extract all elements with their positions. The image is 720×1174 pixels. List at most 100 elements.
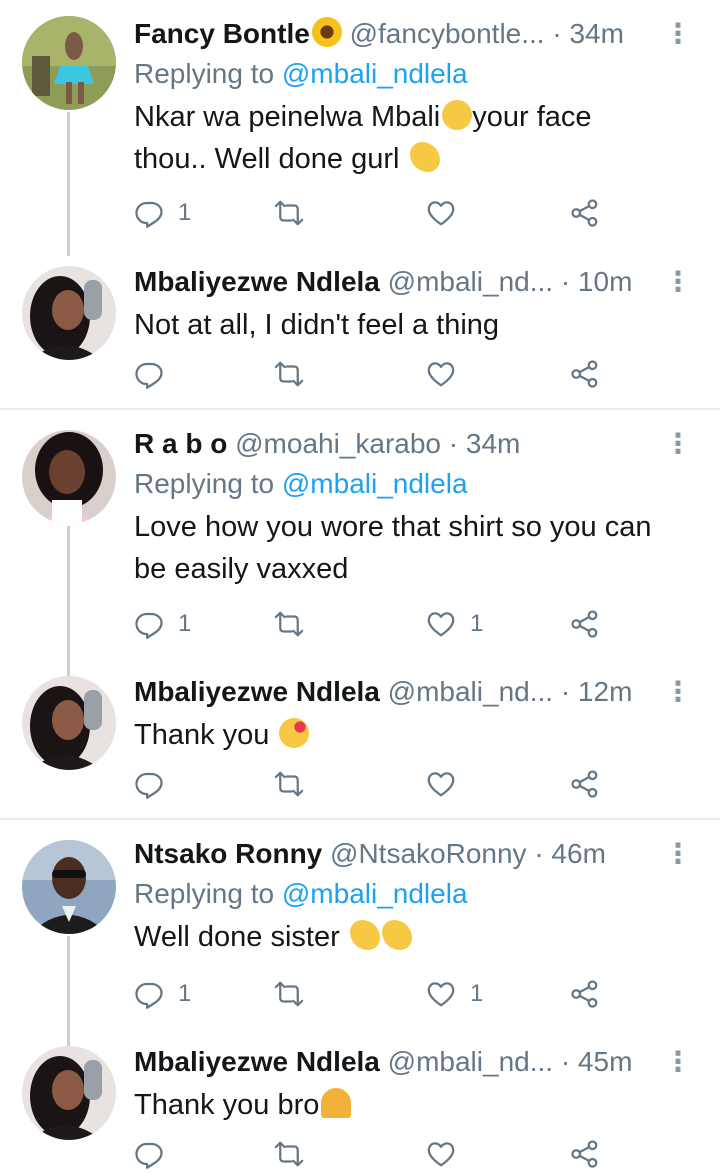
avatar[interactable]	[22, 266, 116, 360]
timestamp: · 10m	[560, 266, 633, 297]
tweet-header: Mbaliyezwe Ndlela @mbali_nd... · 12m ⋮	[134, 672, 702, 712]
retweet-button[interactable]	[274, 1134, 304, 1174]
timestamp: · 34m	[448, 428, 521, 459]
reply-count: 1	[178, 980, 192, 1007]
reply-button[interactable]: 1	[134, 193, 191, 233]
heart-icon	[426, 769, 456, 799]
action-bar: 1 1	[134, 974, 604, 1014]
retweet-icon	[274, 609, 304, 639]
retweet-button[interactable]	[274, 604, 304, 644]
share-icon	[570, 359, 600, 389]
handle[interactable]: @mbali_nd...	[388, 676, 553, 707]
reply-icon	[134, 359, 164, 389]
retweet-icon	[274, 769, 304, 799]
share-button[interactable]	[570, 974, 600, 1014]
display-name[interactable]: R a b o	[134, 428, 227, 459]
replying-to-label: Replying to	[134, 468, 275, 499]
more-options-icon[interactable]: ⋮	[664, 424, 692, 464]
replying-to-label: Replying to	[134, 878, 275, 909]
handle[interactable]: @mbali_nd...	[388, 1046, 553, 1077]
like-button[interactable]	[426, 1134, 456, 1174]
display-name[interactable]: Fancy Bontle	[134, 18, 310, 49]
clapping-hands-emoji-icon	[349, 920, 380, 950]
more-options-icon[interactable]: ⋮	[664, 834, 692, 874]
sunflower-emoji-icon	[311, 17, 342, 47]
timestamp: · 34m	[552, 18, 624, 49]
replying-to: Replying to @mbali_ndlela	[134, 54, 702, 94]
reply-button[interactable]: 1	[134, 974, 191, 1014]
handle[interactable]: @mbali_nd...	[388, 266, 553, 297]
action-bar	[134, 1134, 604, 1174]
share-icon	[570, 609, 600, 639]
smiling-face-with-hearts-emoji-icon	[279, 718, 310, 748]
replying-to: Replying to @mbali_ndlela	[134, 464, 702, 504]
timestamp: · 45m	[560, 1046, 633, 1077]
retweet-button[interactable]	[274, 764, 304, 804]
mention-link[interactable]: @mbali_ndlela	[282, 878, 468, 909]
action-bar	[134, 354, 604, 394]
tweet-text-part: be easily vaxxed	[134, 553, 349, 585]
timestamp: · 46m	[534, 838, 606, 869]
like-button[interactable]	[426, 354, 456, 394]
display-name[interactable]: Mbaliyezwe Ndlela	[134, 1046, 380, 1077]
heart-icon	[426, 198, 456, 228]
avatar[interactable]	[22, 430, 116, 524]
more-options-icon[interactable]: ⋮	[664, 14, 692, 54]
retweet-button[interactable]	[274, 354, 304, 394]
share-button[interactable]	[570, 193, 600, 233]
heart-icon	[426, 979, 456, 1009]
tweet-header: R a b o @moahi_karabo · 34m ⋮	[134, 424, 702, 464]
reply-button[interactable]	[134, 354, 164, 394]
tweet-text-part: Thank you	[134, 719, 270, 751]
avatar[interactable]	[22, 1046, 116, 1140]
reply-button[interactable]	[134, 1134, 164, 1174]
share-button[interactable]	[570, 354, 600, 394]
more-options-icon[interactable]: ⋮	[664, 1042, 692, 1082]
timestamp: · 12m	[560, 676, 633, 707]
clapping-hands-emoji-icon	[409, 142, 440, 172]
share-icon	[570, 198, 600, 228]
replying-to: Replying to @mbali_ndlela	[134, 874, 702, 914]
retweet-icon	[274, 198, 304, 228]
mention-link[interactable]: @mbali_ndlela	[282, 58, 468, 89]
like-button[interactable]	[426, 764, 456, 804]
thread-divider	[0, 818, 720, 820]
avatar[interactable]	[22, 16, 116, 110]
handle[interactable]: @NtsakoRonny	[330, 838, 527, 869]
heart-icon	[426, 1139, 456, 1169]
reply-count: 1	[178, 199, 192, 226]
more-options-icon[interactable]: ⋮	[664, 262, 692, 302]
tweet-header: Ntsako Ronny @NtsakoRonny · 46m ⋮	[134, 834, 702, 874]
share-button[interactable]	[570, 764, 600, 804]
reply-count: 1	[178, 610, 192, 637]
mention-link[interactable]: @mbali_ndlela	[282, 468, 468, 499]
thread-connector-line	[67, 526, 70, 676]
tweet-text: Thank you bro	[134, 1084, 702, 1126]
tweet-text-part: Love how you wore that shirt so you can	[134, 511, 652, 543]
retweet-button[interactable]	[274, 974, 304, 1014]
like-button[interactable]: 1	[426, 604, 483, 644]
retweet-button[interactable]	[274, 193, 304, 233]
share-button[interactable]	[570, 1134, 600, 1174]
like-count: 1	[470, 980, 484, 1007]
handle[interactable]: @moahi_karabo	[235, 428, 441, 459]
reply-button[interactable]: 1	[134, 604, 191, 644]
display-name[interactable]: Ntsako Ronny	[134, 838, 322, 869]
display-name[interactable]: Mbaliyezwe Ndlela	[134, 676, 380, 707]
avatar[interactable]	[22, 840, 116, 934]
share-icon	[570, 769, 600, 799]
tweet-text: Not at all, I didn't feel a thing	[134, 309, 500, 341]
handle[interactable]: @fancybontle...	[350, 18, 545, 49]
display-name[interactable]: Mbaliyezwe Ndlela	[134, 266, 380, 297]
action-bar	[134, 764, 604, 804]
tweet-header: Mbaliyezwe Ndlela @mbali_nd... · 45m ⋮	[134, 1042, 702, 1082]
retweet-icon	[274, 979, 304, 1009]
like-button[interactable]: 1	[426, 974, 483, 1014]
avatar[interactable]	[22, 676, 116, 770]
like-button[interactable]	[426, 193, 470, 233]
share-button[interactable]	[570, 604, 600, 644]
reply-button[interactable]	[134, 764, 164, 804]
tweet-text-part: your face	[472, 101, 592, 133]
reply-icon	[134, 769, 164, 799]
more-options-icon[interactable]: ⋮	[664, 672, 692, 712]
